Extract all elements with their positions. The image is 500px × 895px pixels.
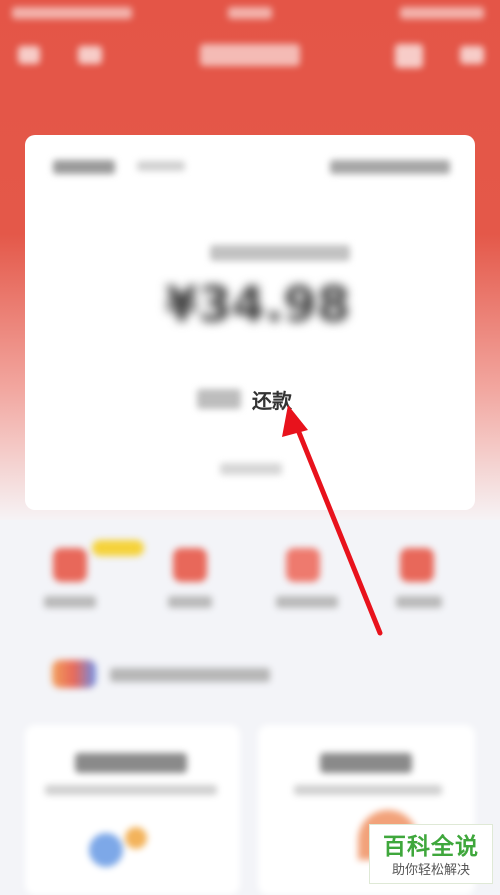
panel-title — [75, 753, 187, 773]
notice-banner[interactable] — [40, 650, 460, 698]
more-icon[interactable] — [460, 46, 484, 64]
panel-subtitle — [294, 785, 442, 795]
balance-label — [210, 245, 350, 261]
repay-button[interactable]: 还款 — [195, 385, 305, 414]
hot-badge — [92, 540, 144, 556]
bill-amount: ¥34.98 — [165, 277, 351, 333]
notice-icon — [52, 660, 96, 688]
quick-label — [44, 596, 96, 608]
quick-action-4[interactable] — [370, 530, 470, 620]
bill-tab[interactable] — [53, 160, 115, 174]
quick-action-2[interactable] — [140, 530, 240, 620]
battery-icon — [400, 7, 484, 19]
message-icon[interactable] — [395, 44, 423, 68]
panel-title — [320, 753, 412, 773]
home-icon[interactable] — [78, 46, 102, 64]
quick-action-3[interactable] — [258, 530, 358, 620]
status-bar — [0, 0, 500, 28]
quick-label — [276, 596, 338, 608]
clock — [228, 7, 272, 19]
wallet-icon — [173, 548, 207, 582]
bill-details-link[interactable] — [330, 160, 450, 174]
quick-label — [168, 596, 212, 608]
gift-icon — [53, 548, 87, 582]
notice-text — [110, 668, 270, 682]
discount-icon — [286, 548, 320, 582]
panel-subtitle — [45, 785, 217, 795]
promo-image — [125, 827, 147, 849]
card-footer-link[interactable] — [220, 463, 282, 475]
page-title — [200, 44, 300, 66]
bill-subtab[interactable] — [137, 161, 185, 171]
watermark-logo: 百科全说 助你轻松解决 — [369, 824, 493, 884]
quick-actions — [0, 530, 500, 620]
promo-image — [89, 833, 123, 867]
coupon-icon — [400, 548, 434, 582]
back-icon[interactable] — [18, 46, 40, 64]
carrier-info — [12, 7, 132, 19]
watermark-title: 百科全说 — [383, 834, 479, 860]
quick-action-1[interactable] — [20, 530, 144, 620]
promo-panel-left[interactable] — [25, 725, 240, 895]
bill-card: ¥34.98 还款 — [25, 135, 475, 510]
quick-label — [396, 596, 442, 608]
repay-label: 还款 — [252, 389, 292, 413]
watermark-subtitle: 助你轻松解决 — [391, 863, 470, 878]
